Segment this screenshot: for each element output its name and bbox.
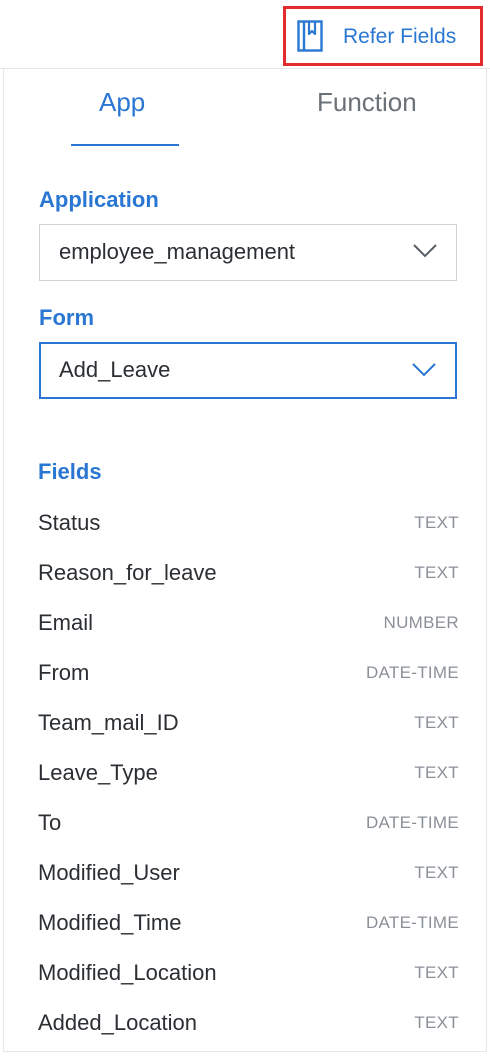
- field-type: DATE-TIME: [365, 813, 459, 832]
- field-row[interactable]: From DATE-TIME: [38, 660, 459, 694]
- field-row[interactable]: Added_Location TEXT: [38, 1010, 459, 1044]
- field-type: NUMBER: [383, 613, 459, 632]
- tab-app[interactable]: App: [99, 87, 145, 118]
- field-type: DATE-TIME: [365, 663, 459, 682]
- field-name: Team_mail_ID: [38, 710, 179, 735]
- field-row[interactable]: Reason_for_leave TEXT: [38, 560, 459, 594]
- field-name: Reason_for_leave: [38, 560, 217, 585]
- chevron-down-icon: [413, 244, 437, 258]
- field-type: DATE-TIME: [365, 913, 459, 932]
- field-row[interactable]: Status TEXT: [38, 510, 459, 544]
- refer-fields-panel: App Function Application employee_manage…: [3, 69, 487, 1052]
- application-select[interactable]: employee_management: [39, 224, 457, 281]
- field-name: Modified_User: [38, 860, 180, 885]
- field-name: Modified_Time: [38, 910, 182, 935]
- field-row[interactable]: To DATE-TIME: [38, 810, 459, 844]
- field-name: Email: [38, 610, 94, 635]
- field-type: TEXT: [414, 713, 459, 732]
- field-type: TEXT: [414, 513, 459, 532]
- application-label: Application: [39, 187, 159, 212]
- field-row[interactable]: Email NUMBER: [38, 610, 459, 644]
- chevron-down-icon: [412, 363, 436, 377]
- active-tab-indicator: [71, 144, 179, 146]
- form-select-value: Add_Leave: [59, 357, 171, 382]
- field-row[interactable]: Modified_Time DATE-TIME: [38, 910, 459, 944]
- field-name: To: [38, 810, 62, 835]
- tab-function[interactable]: Function: [317, 87, 417, 118]
- top-bar: Refer Fields: [0, 0, 490, 69]
- field-row[interactable]: Leave_Type TEXT: [38, 760, 459, 794]
- book-bookmark-icon: [297, 20, 323, 52]
- field-type: TEXT: [414, 963, 459, 982]
- field-name: From: [38, 660, 90, 685]
- fields-label: Fields: [38, 459, 102, 484]
- field-name: Leave_Type: [38, 760, 158, 785]
- field-row[interactable]: Modified_User TEXT: [38, 860, 459, 894]
- field-row[interactable]: Team_mail_ID TEXT: [38, 710, 459, 744]
- form-select[interactable]: Add_Leave: [39, 342, 457, 399]
- field-type: TEXT: [414, 863, 459, 882]
- field-name: Status: [38, 510, 101, 535]
- field-row[interactable]: Modified_Location TEXT: [38, 960, 459, 994]
- field-type: TEXT: [414, 763, 459, 782]
- form-label: Form: [39, 305, 94, 330]
- field-name: Added_Location: [38, 1010, 198, 1035]
- application-select-value: employee_management: [59, 239, 296, 264]
- field-type: TEXT: [414, 563, 459, 582]
- field-type: TEXT: [414, 1013, 459, 1032]
- field-name: Modified_Location: [38, 960, 217, 985]
- refer-fields-label: Refer Fields: [343, 25, 457, 48]
- refer-fields-button[interactable]: Refer Fields: [283, 6, 483, 66]
